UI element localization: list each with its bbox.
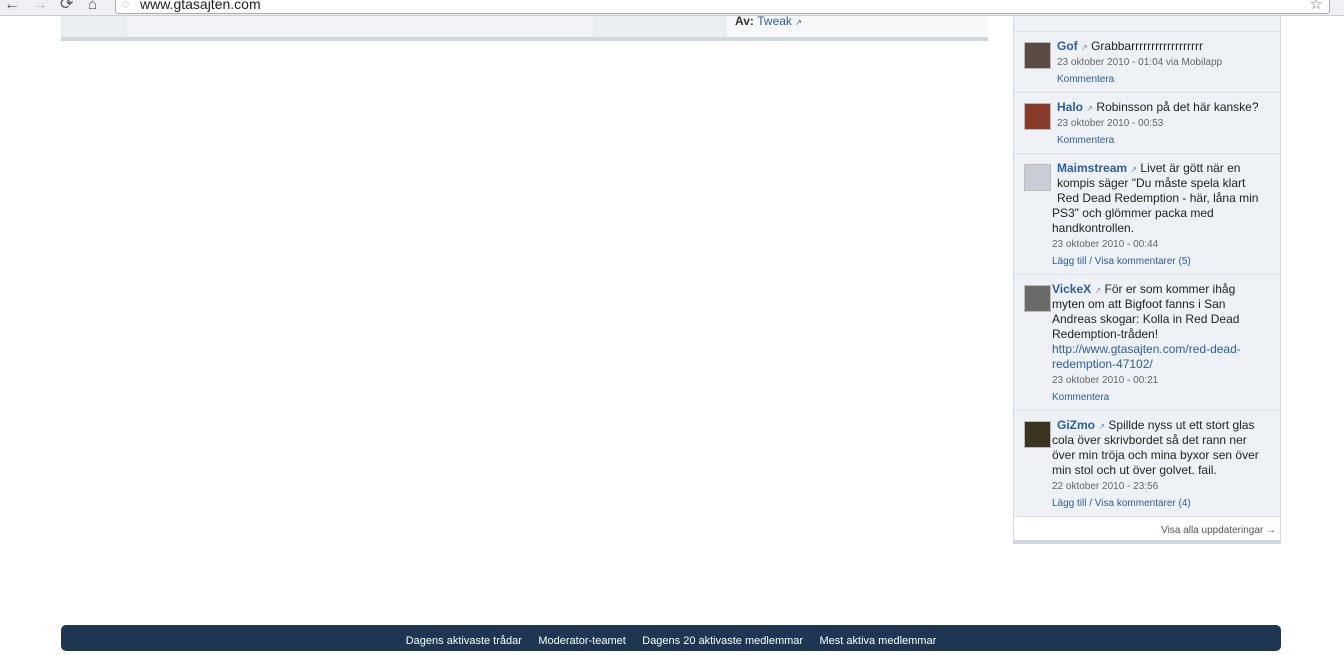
- avatar[interactable]: [1024, 164, 1051, 191]
- comments-link[interactable]: Lägg till / Visa kommentarer (5): [1052, 256, 1191, 267]
- footer-link-most-active-members[interactable]: Mest aktiva medlemmar: [820, 635, 937, 647]
- browser-toolbar: ← → ⟳ ⌂ ◌ www.gtasajten.com ☆: [0, 0, 1344, 16]
- update-text-line: Spillde nyss ut ett stort glas: [1108, 418, 1255, 432]
- content-cell: [127, 16, 593, 37]
- back-icon[interactable]: ←: [4, 0, 20, 13]
- update-text: Grabbarrrrrrrrrrrrrrrrrr: [1091, 39, 1204, 53]
- globe-icon: ◌: [122, 0, 130, 11]
- external-link-icon: ↗: [1098, 422, 1106, 431]
- footer-link-moderators[interactable]: Moderator-teamet: [538, 635, 625, 647]
- avatar[interactable]: [1024, 42, 1051, 69]
- author-prefix: Av:: [735, 14, 754, 28]
- url-text[interactable]: www.gtasajten.com: [140, 0, 261, 12]
- reload-icon[interactable]: ⟳: [60, 0, 73, 13]
- external-link-icon: ↗: [1130, 165, 1138, 174]
- author-link[interactable]: Tweak: [757, 14, 792, 28]
- update-date: 23 oktober 2010 - 01:04 via Mobilapp: [1057, 57, 1223, 68]
- footer-link-active-threads[interactable]: Dagens aktivaste trådar: [406, 635, 522, 647]
- author-line: Av: Tweak ↗: [735, 14, 802, 28]
- update-item: VickeX ↗ För er som kommer ihåg myten om…: [1014, 274, 1280, 410]
- update-item: GiZmo ↗ Spillde nyss ut ett stort glas c…: [1014, 410, 1280, 516]
- forward-icon[interactable]: →: [32, 0, 48, 13]
- user-name-link[interactable]: Maimstream: [1057, 161, 1127, 175]
- user-name-link[interactable]: VickeX: [1052, 282, 1091, 296]
- update-item: Maimstream ↗ Livet är gött när en kompis…: [1014, 153, 1280, 274]
- thread-link[interactable]: http://www.gtasajten.com/red-dead-: [1052, 342, 1241, 357]
- update-text-line: handkontrollen.: [1052, 221, 1135, 235]
- comments-link[interactable]: Lägg till / Visa kommentarer (4): [1052, 498, 1191, 509]
- bookmark-star-icon[interactable]: ☆: [1310, 0, 1323, 13]
- footer-links: Dagens aktivaste trådar Moderator-teamet…: [400, 631, 943, 649]
- update-date: 22 oktober 2010 - 23:56: [1052, 481, 1159, 492]
- comment-link[interactable]: Kommentera: [1052, 392, 1109, 403]
- view-all-row: Visa alla uppdateringar →: [1014, 516, 1280, 540]
- update-text-line: myten om att Bigfoot fanns i San: [1052, 297, 1226, 311]
- status-updates-panel: Gof ↗ Grabbarrrrrrrrrrrrrrrrrr 23 oktobe…: [1013, 16, 1281, 544]
- footer-nav: Dagens aktivaste trådar Moderator-teamet…: [61, 625, 1281, 651]
- update-text-line: PS3" och glömmer packa med: [1052, 206, 1214, 220]
- update-text-line: kompis säger "Du måste spela klart: [1057, 176, 1246, 190]
- thread-link[interactable]: redemption-47102/: [1052, 357, 1153, 372]
- update-text-line: Livet är gött när en: [1140, 161, 1241, 175]
- update-item: Halo ↗ Robinsson på det här kanske? 23 o…: [1014, 92, 1280, 153]
- home-icon[interactable]: ⌂: [88, 0, 97, 13]
- comment-link[interactable]: Kommentera: [1057, 135, 1114, 146]
- comment-link[interactable]: Kommentera: [1057, 74, 1114, 85]
- update-text: Robinsson på det här kanske?: [1096, 100, 1259, 114]
- user-name-link[interactable]: Gof: [1057, 39, 1078, 53]
- update-text-line: min stol och ut över golvet. fail.: [1052, 463, 1217, 477]
- external-link-icon: ↗: [1086, 104, 1094, 113]
- avatar[interactable]: [1024, 421, 1051, 448]
- update-text-line: Andreas skogar: Kolla in Red Dead: [1052, 312, 1240, 326]
- update-text-line: Redemption-tråden!: [1052, 327, 1159, 341]
- update-text-line: Red Dead Redemption - här, låna min: [1057, 191, 1259, 205]
- avatar[interactable]: [1024, 285, 1051, 312]
- view-all-updates-link[interactable]: Visa alla uppdateringar →: [1161, 525, 1276, 536]
- content-block-bottom: Av: Tweak ↗: [61, 14, 988, 41]
- update-text-line: över min tröja och mina byxor sen över: [1052, 448, 1259, 462]
- update-date: 23 oktober 2010 - 00:21: [1052, 375, 1159, 386]
- footer-link-top-members-today[interactable]: Dagens 20 aktivaste medlemmar: [642, 635, 803, 647]
- update-date: 23 oktober 2010 - 00:44: [1052, 239, 1159, 250]
- update-text-line: För er som kommer ihåg: [1104, 282, 1236, 296]
- avatar[interactable]: [1024, 103, 1051, 130]
- update-text-line: cola över skrivbordet så det rann ner: [1052, 433, 1247, 447]
- address-bar[interactable]: ◌ www.gtasajten.com ☆: [115, 0, 1330, 14]
- update-item: Gof ↗ Grabbarrrrrrrrrrrrrrrrrr 23 oktobe…: [1014, 31, 1280, 92]
- user-name-link[interactable]: GiZmo: [1057, 418, 1095, 432]
- user-name-link[interactable]: Halo: [1057, 100, 1083, 114]
- external-link-icon: ↗: [795, 18, 802, 27]
- external-link-icon: ↗: [1094, 286, 1102, 295]
- external-link-icon: ↗: [1081, 43, 1088, 52]
- update-date: 23 oktober 2010 - 00:53: [1057, 118, 1164, 129]
